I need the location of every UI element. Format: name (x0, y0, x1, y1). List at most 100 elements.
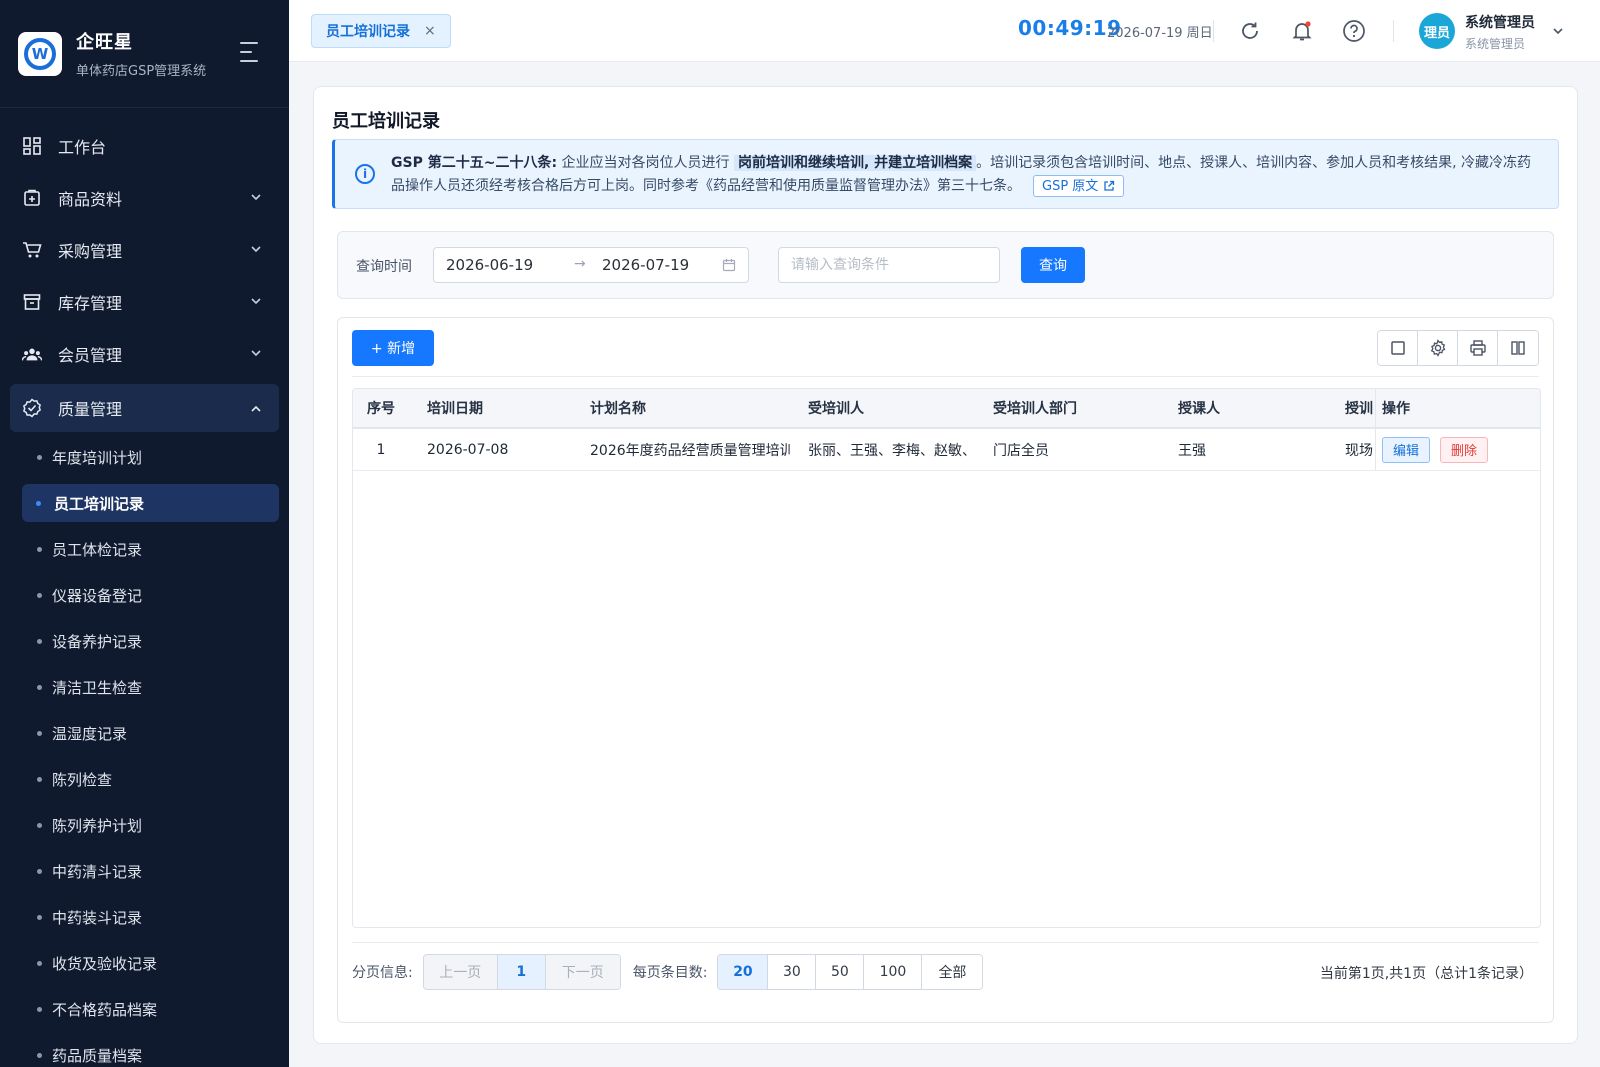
submenu-item-herb-bin-filling[interactable]: 中药装斗记录 (0, 894, 289, 940)
column-header[interactable]: 培训日期 (409, 398, 572, 418)
submenu-item-cleaning-inspection[interactable]: 清洁卫生检查 (0, 664, 289, 710)
cart-icon (22, 240, 42, 260)
cell-trainee-department: 门店全员 (993, 442, 1049, 459)
submenu-item-display-inspection[interactable]: 陈列检查 (0, 756, 289, 802)
notice-highlight: 岗前培训和继续培训, 并建立培训档案 (733, 155, 977, 171)
next-page-button[interactable]: 下一页 (545, 955, 620, 989)
dashboard-icon (22, 136, 42, 156)
columns-icon[interactable] (1498, 331, 1538, 365)
sidebar: W 企旺星 单体药店GSP管理系统 工作台 商品资料 采购管理 库存管理 会员管… (0, 0, 289, 1067)
menu-label: 工作台 (58, 138, 107, 157)
page-nav: 上一页 1 下一页 (422, 954, 621, 990)
notification-bell-icon[interactable] (1289, 18, 1315, 44)
menu-label: 质量管理 (58, 400, 123, 419)
delete-button[interactable]: 删除 (1440, 436, 1489, 463)
page-size-all[interactable]: 全部 (922, 955, 983, 989)
query-panel: 查询时间 2026-06-19 → 2026-07-19 查询 (337, 231, 1554, 299)
column-header[interactable]: 授训 (1345, 398, 1375, 418)
external-link-icon (1104, 180, 1115, 191)
submenu-item-display-maintenance-plan[interactable]: 陈列养护计划 (0, 802, 289, 848)
user-name[interactable]: 系统管理员 (1465, 12, 1535, 32)
header-divider (1213, 20, 1214, 42)
pager-divider (352, 942, 1539, 943)
page-size-options: 20 30 50 100 全部 (717, 954, 984, 990)
submenu-item-equipment-register[interactable]: 仪器设备登记 (0, 572, 289, 618)
column-header[interactable]: 受培训人 (790, 398, 975, 418)
query-time-label: 查询时间 (356, 259, 412, 275)
page-title: 员工培训记录 (332, 111, 440, 132)
page-size-50[interactable]: 50 (816, 955, 865, 989)
link-label: GSP 原文 (1042, 178, 1099, 194)
submenu-item-receiving-acceptance[interactable]: 收货及验收记录 (0, 940, 289, 986)
add-button[interactable]: + 新增 (352, 330, 434, 366)
menu-item-inventory[interactable]: 库存管理 (0, 276, 289, 328)
tab-close-icon[interactable]: × (424, 23, 436, 39)
info-icon: i (355, 164, 375, 184)
user-role: 系统管理员 (1465, 37, 1526, 51)
end-date[interactable]: 2026-07-19 (602, 256, 689, 274)
cell-training-date: 2026-07-08 (427, 441, 509, 458)
column-header: 操作 (1375, 389, 1540, 427)
date-range-picker[interactable]: 2026-06-19 → 2026-07-19 (433, 247, 749, 283)
date-display: 2026-07-19 周日 (1107, 26, 1213, 41)
menu-label: 采购管理 (58, 242, 123, 261)
submenu-item-annual-training-plan[interactable]: 年度培训计划 (0, 434, 289, 480)
menu-label: 库存管理 (58, 294, 123, 313)
quality-icon (22, 398, 42, 418)
submenu-item-drug-quality-archive[interactable]: 药品质量档案 (0, 1032, 289, 1067)
chevron-up-icon (251, 405, 261, 412)
pager-label: 分页信息: (352, 965, 413, 981)
column-header[interactable]: 授课人 (1160, 398, 1345, 418)
menu-item-purchase[interactable]: 采购管理 (0, 224, 289, 276)
gsp-notice: i GSP 第二十五~二十八条: 企业应当对各岗位人员进行 岗前培训和继续培训,… (332, 139, 1559, 209)
members-icon (22, 344, 42, 364)
edit-button[interactable]: 编辑 (1382, 436, 1431, 463)
column-header[interactable]: 计划名称 (572, 398, 790, 418)
tab-staff-training-records[interactable]: 员工培训记录 × (311, 14, 451, 48)
cell-actions: 编辑 删除 (1375, 429, 1540, 470)
submenu-item-equipment-maintenance[interactable]: 设备养护记录 (0, 618, 289, 664)
submenu-item-herb-bin-cleaning[interactable]: 中药清斗记录 (0, 848, 289, 894)
main-content: 员工培训记录 i GSP 第二十五~二十八条: 企业应当对各岗位人员进行 岗前培… (313, 86, 1578, 1044)
settings-gear-icon[interactable] (1418, 331, 1458, 365)
brand-subtitle: 单体药店GSP管理系统 (76, 64, 207, 79)
chevron-down-icon[interactable] (1551, 24, 1565, 38)
training-records-table: 序号 培训日期 计划名称 受培训人 受培训人部门 授课人 授训 操作 1 202… (352, 388, 1541, 928)
menu-collapse-icon[interactable] (240, 42, 262, 62)
header-divider (1393, 20, 1394, 42)
brand-name: 企旺星 (76, 32, 133, 53)
page-number-button[interactable]: 1 (497, 955, 546, 989)
page-size-20[interactable]: 20 (718, 955, 769, 989)
refresh-icon[interactable] (1237, 18, 1263, 44)
submenu-item-staff-health-check[interactable]: 员工体检记录 (0, 526, 289, 572)
query-button[interactable]: 查询 (1021, 247, 1085, 283)
column-header[interactable]: 受培训人部门 (975, 398, 1160, 418)
help-icon[interactable] (1341, 18, 1367, 44)
print-icon[interactable] (1458, 331, 1498, 365)
menu-item-products[interactable]: 商品资料 (0, 172, 289, 224)
cell-trainees: 张丽、王强、李梅、赵敏、刘 (808, 442, 975, 459)
brand-logo: W (18, 31, 62, 76)
submenu-item-staff-training-records[interactable]: 员工培训记录 (22, 484, 279, 522)
page-size-100[interactable]: 100 (864, 955, 923, 989)
cell-plan-name: 2026年度药品经营质量管理培训计 (590, 442, 790, 459)
cell-training-method: 现场 (1345, 442, 1373, 459)
notice-text: 企业应当对各岗位人员进行 (557, 155, 734, 171)
gsp-original-link[interactable]: GSP 原文 (1033, 175, 1125, 197)
submenu-item-temperature-humidity[interactable]: 温湿度记录 (0, 710, 289, 756)
page-size-30[interactable]: 30 (768, 955, 817, 989)
start-date[interactable]: 2026-06-19 (446, 256, 533, 274)
fullscreen-icon[interactable] (1378, 331, 1418, 365)
menu-item-members[interactable]: 会员管理 (0, 328, 289, 380)
column-header[interactable]: 序号 (353, 398, 409, 418)
menu-item-quality[interactable]: 质量管理 (10, 384, 279, 432)
prev-page-button[interactable]: 上一页 (423, 955, 498, 989)
sidebar-menu: 工作台 商品资料 采购管理 库存管理 会员管理 质量管理 年度培训计划 员工培训… (0, 108, 289, 1067)
table-row[interactable]: 1 2026-07-08 2026年度药品经营质量管理培训计 张丽、王强、李梅、… (353, 429, 1540, 471)
avatar[interactable]: 理员 (1419, 13, 1455, 49)
cell-instructor: 王强 (1178, 442, 1206, 459)
menu-item-dashboard[interactable]: 工作台 (0, 120, 289, 172)
submenu-item-nonconforming-drugs[interactable]: 不合格药品档案 (0, 986, 289, 1032)
query-input[interactable] (778, 247, 1000, 283)
cell-index: 1 (376, 441, 386, 458)
